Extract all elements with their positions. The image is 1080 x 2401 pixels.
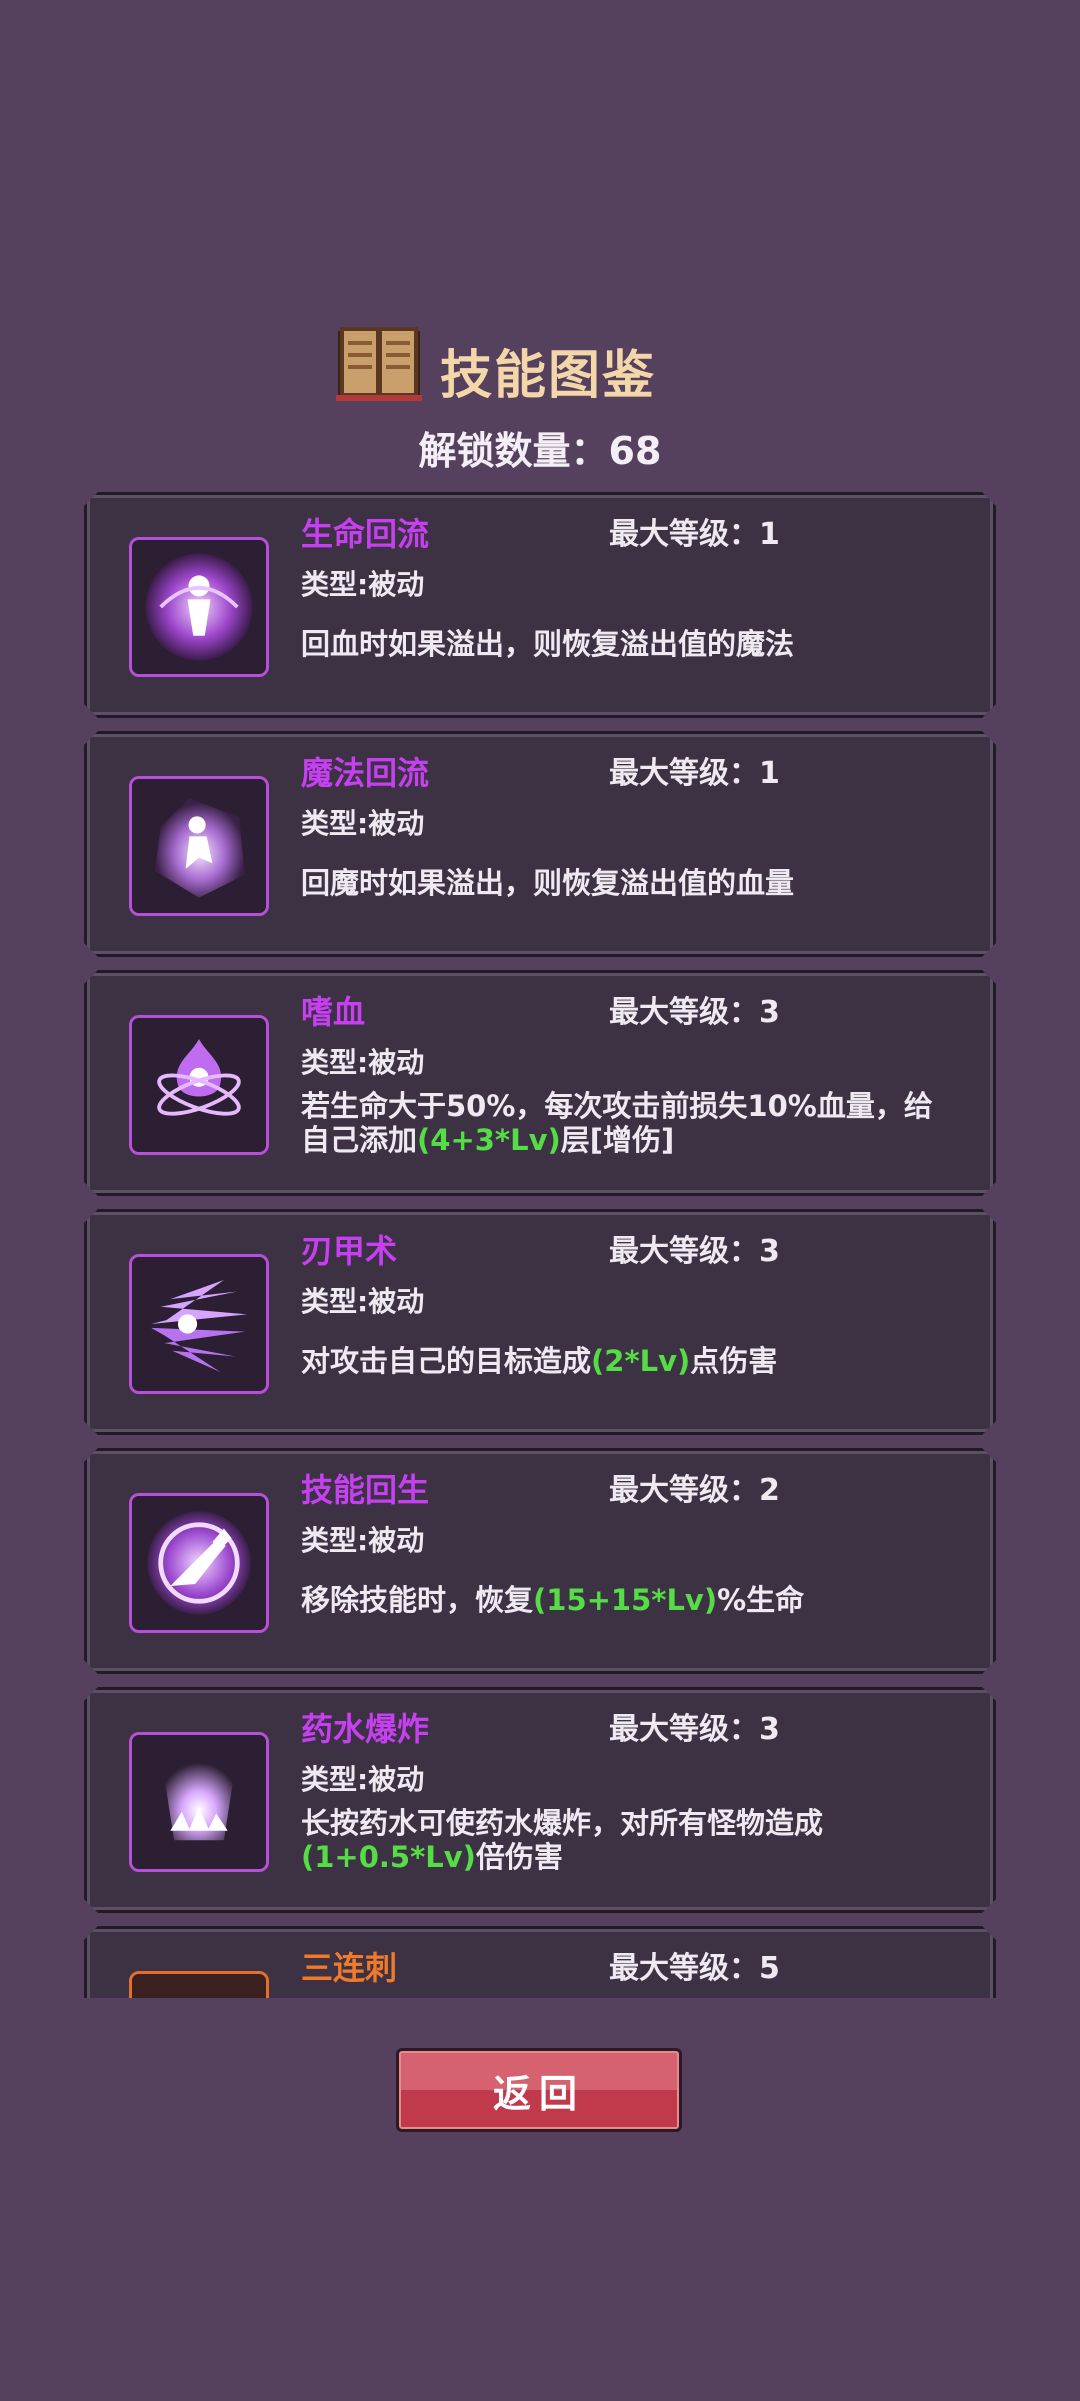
skill-formula: (4+3*Lv) xyxy=(417,1123,561,1157)
skill-max-level: 最大等级：3 xyxy=(609,995,780,1030)
skill-type: 类型:被动 xyxy=(301,1046,425,1079)
skill-type: 类型:被动 xyxy=(301,1524,425,1557)
header: 技能图鉴 xyxy=(0,325,1080,415)
magic-reflux-icon xyxy=(129,776,269,916)
skill-description: 回血时如果溢出，则恢复溢出值的魔法 xyxy=(301,627,795,661)
skill-card[interactable]: 技能回生 最大等级：2 类型:被动 移除技能时，恢复(15+15*Lv)%生命 xyxy=(84,1448,996,1674)
skill-max-level: 最大等级：3 xyxy=(609,1712,780,1747)
skill-regen-icon xyxy=(129,1493,269,1633)
skill-type: 类型:被动 xyxy=(301,1763,425,1796)
skill-formula: (15+15*Lv) xyxy=(533,1583,718,1617)
skill-card[interactable]: 三连刺 最大等级：5 xyxy=(84,1926,996,1998)
skill-card[interactable]: 魔法回流 最大等级：1 类型:被动 回魔时如果溢出，则恢复溢出值的血量 xyxy=(84,731,996,957)
unlock-count: 解锁数量：68 xyxy=(418,429,662,473)
skill-name: 刃甲术 xyxy=(301,1232,398,1270)
skill-formula: (2*Lv) xyxy=(591,1344,691,1378)
blade-armor-icon xyxy=(129,1254,269,1394)
skill-name: 技能回生 xyxy=(301,1471,430,1509)
bloodthirst-icon xyxy=(129,1015,269,1155)
skill-max-level: 最大等级：3 xyxy=(609,1234,780,1269)
page-title: 技能图鉴 xyxy=(440,346,657,406)
triple-stab-icon xyxy=(129,1971,269,1998)
skill-list[interactable]: 生命回流 最大等级：1 类型:被动 回血时如果溢出，则恢复溢出值的魔法 魔法回流… xyxy=(84,490,996,1998)
skill-max-level: 最大等级：1 xyxy=(609,517,780,552)
potion-explosion-icon xyxy=(129,1732,269,1872)
skill-card[interactable]: 生命回流 最大等级：1 类型:被动 回血时如果溢出，则恢复溢出值的魔法 xyxy=(84,492,996,718)
skill-name: 药水爆炸 xyxy=(301,1710,430,1748)
skill-description: 回魔时如果溢出，则恢复溢出值的血量 xyxy=(301,866,795,900)
skill-card[interactable]: 刃甲术 最大等级：3 类型:被动 对攻击自己的目标造成(2*Lv)点伤害 xyxy=(84,1209,996,1435)
skill-type: 类型:被动 xyxy=(301,568,425,601)
skill-max-level: 最大等级：5 xyxy=(609,1951,780,1986)
book-icon xyxy=(336,327,422,401)
skill-type: 类型:被动 xyxy=(301,807,425,840)
skill-name: 三连刺 xyxy=(301,1949,398,1987)
skill-description: 移除技能时，恢复(15+15*Lv)%生命 xyxy=(301,1583,805,1617)
skill-max-level: 最大等级：2 xyxy=(609,1473,780,1508)
skill-name: 魔法回流 xyxy=(301,754,430,792)
skill-description: 长按药水可使药水爆炸，对所有怪物造成(1+0.5*Lv)倍伤害 xyxy=(301,1806,824,1874)
skill-max-level: 最大等级：1 xyxy=(609,756,780,791)
skill-name: 生命回流 xyxy=(301,515,430,553)
skill-name: 嗜血 xyxy=(301,993,366,1031)
skill-card[interactable]: 药水爆炸 最大等级：3 类型:被动 长按药水可使药水爆炸，对所有怪物造成(1+0… xyxy=(84,1687,996,1913)
skill-type: 类型:被动 xyxy=(301,1285,425,1318)
skill-description: 若生命大于50%，每次攻击前损失10%血量，给自己添加(4+3*Lv)层[增伤] xyxy=(301,1089,933,1157)
skill-description: 对攻击自己的目标造成(2*Lv)点伤害 xyxy=(301,1344,778,1378)
skill-formula: (1+0.5*Lv) xyxy=(301,1840,476,1874)
back-button[interactable]: 返回 xyxy=(396,2048,682,2132)
skill-card[interactable]: 嗜血 最大等级：3 类型:被动 若生命大于50%，每次攻击前损失10%血量，给自… xyxy=(84,970,996,1196)
life-reflux-icon xyxy=(129,537,269,677)
